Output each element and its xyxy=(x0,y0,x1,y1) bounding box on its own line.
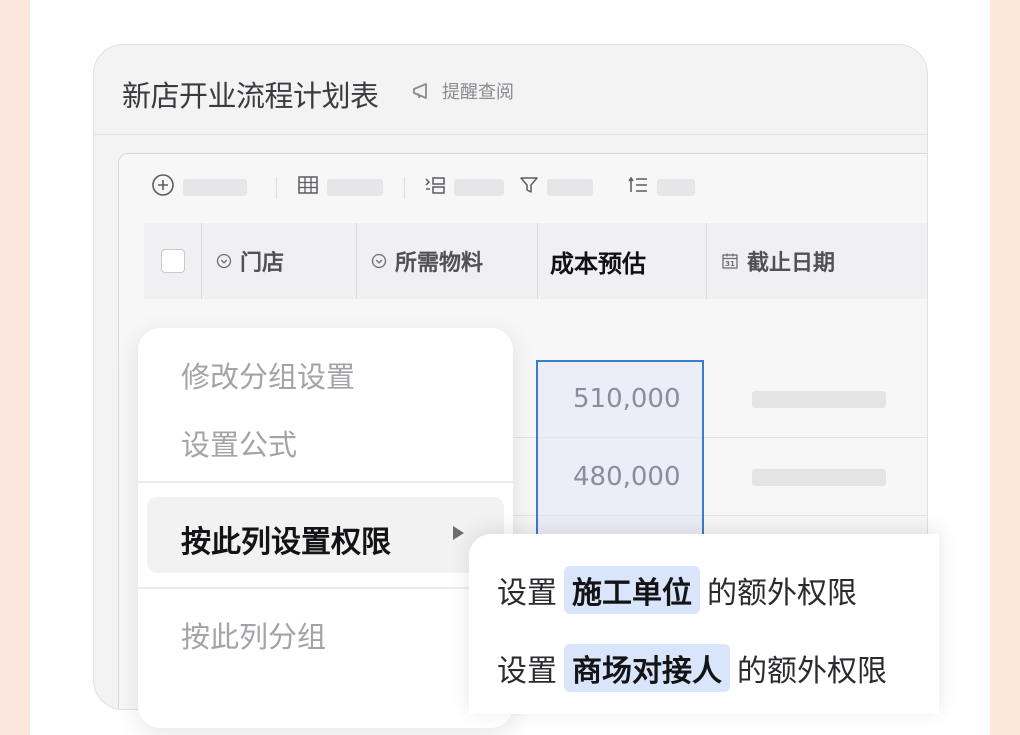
document-header: 新店开业流程计划表 提醒查阅 xyxy=(94,45,927,135)
column-label: 门店 xyxy=(240,251,285,276)
sort-button[interactable] xyxy=(627,176,695,198)
toolbar-divider xyxy=(276,177,277,199)
toolbar-placeholder xyxy=(183,178,247,196)
submenu-suffix: 的额外权限 xyxy=(737,654,887,689)
table-toolbar xyxy=(119,154,927,222)
group-icon xyxy=(424,175,446,199)
date-cell-placeholder[interactable] xyxy=(752,469,886,486)
role-chip: 商场对接人 xyxy=(564,644,730,692)
single-select-icon xyxy=(216,253,232,269)
plus-circle-icon xyxy=(151,173,175,201)
menu-item-edit-group-settings[interactable]: 修改分组设置 xyxy=(181,354,355,396)
sort-icon xyxy=(627,175,649,199)
date-cell-placeholder[interactable] xyxy=(752,391,886,408)
submenu-arrow-icon xyxy=(453,526,464,540)
menu-item-column-permissions[interactable]: 按此列设置权限 xyxy=(147,497,504,573)
filter-icon xyxy=(519,175,539,199)
add-record-button[interactable] xyxy=(151,173,247,201)
menu-item-group-by-column[interactable]: 按此列分组 xyxy=(181,614,326,656)
toolbar-placeholder xyxy=(327,178,383,196)
column-header-materials[interactable]: 所需物料 xyxy=(357,223,538,299)
grid-icon xyxy=(297,175,319,199)
role-chip: 施工单位 xyxy=(564,566,700,614)
menu-divider xyxy=(138,481,513,483)
remind-label: 提醒查阅 xyxy=(442,82,514,103)
column-header-store[interactable]: 门店 xyxy=(202,223,357,299)
column-context-menu: 修改分组设置 设置公式 按此列设置权限 按此列分组 xyxy=(138,328,513,728)
column-label: 成本预估 xyxy=(550,249,646,278)
menu-item-label: 按此列设置权限 xyxy=(181,525,391,560)
single-select-icon xyxy=(371,253,387,269)
toolbar-placeholder xyxy=(547,178,593,196)
megaphone-icon xyxy=(412,82,434,100)
filter-button[interactable] xyxy=(519,176,593,198)
column-header-deadline[interactable]: 31 截止日期 xyxy=(707,223,927,299)
group-button[interactable] xyxy=(424,176,504,198)
view-button[interactable] xyxy=(297,176,383,198)
menu-item-set-formula[interactable]: 设置公式 xyxy=(181,422,297,464)
submenu-prefix: 设置 xyxy=(497,654,557,689)
submenu-item-mall-contact-permission[interactable]: 设置 商场对接人 的额外权限 xyxy=(497,644,887,692)
select-all-cell xyxy=(144,223,202,299)
toolbar-placeholder xyxy=(657,178,695,196)
toolbar-divider xyxy=(404,177,405,199)
permissions-submenu: 设置 施工单位 的额外权限 设置 商场对接人 的额外权限 xyxy=(469,534,939,714)
submenu-item-contractor-permission[interactable]: 设置 施工单位 的额外权限 xyxy=(497,566,857,614)
toolbar-placeholder xyxy=(454,178,504,196)
remind-button[interactable]: 提醒查阅 xyxy=(412,78,514,104)
column-label: 所需物料 xyxy=(395,251,484,276)
column-header-cost[interactable]: 成本预估 xyxy=(538,223,707,299)
svg-text:31: 31 xyxy=(725,260,735,268)
menu-divider xyxy=(138,587,513,589)
column-label: 截止日期 xyxy=(747,251,836,276)
select-all-checkbox[interactable] xyxy=(160,249,185,273)
submenu-suffix: 的额外权限 xyxy=(707,576,857,611)
table-header: 门店 所需物料 成本预估 31 截止日期 xyxy=(144,223,927,299)
calendar-icon: 31 xyxy=(721,252,739,270)
page-title: 新店开业流程计划表 xyxy=(122,79,379,113)
submenu-prefix: 设置 xyxy=(497,576,557,611)
